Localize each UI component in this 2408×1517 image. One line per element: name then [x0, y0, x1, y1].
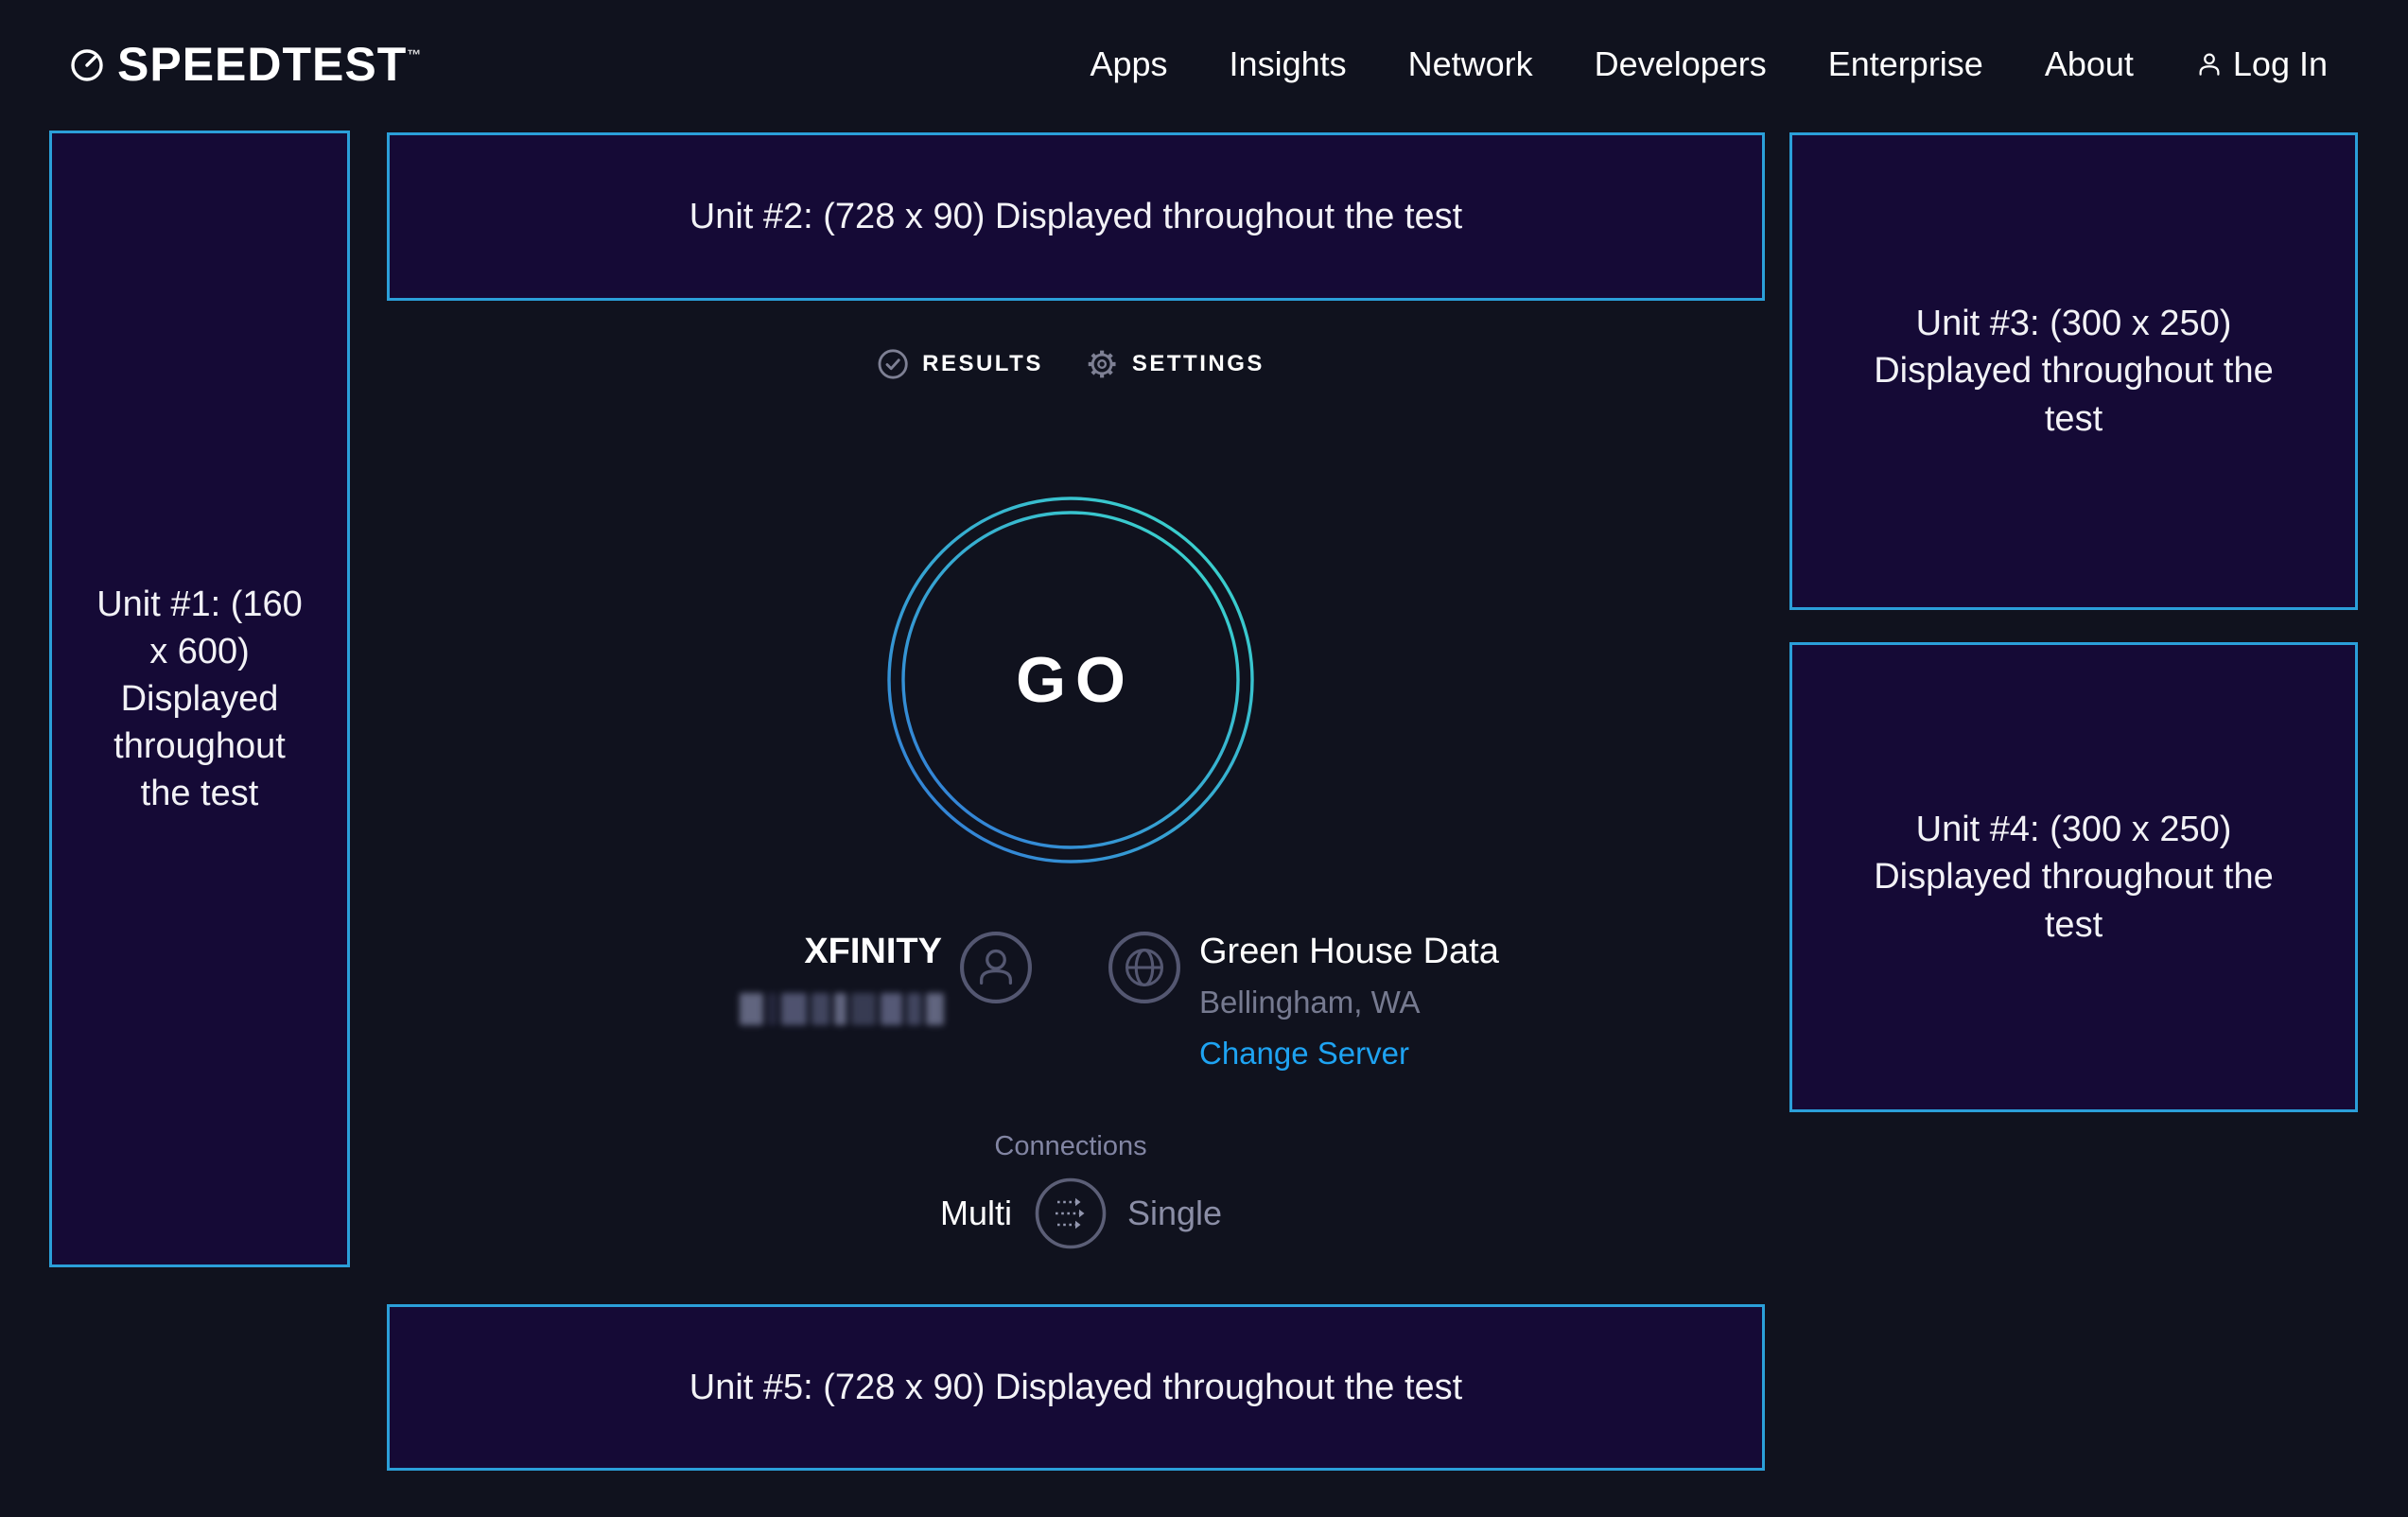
- ad-unit-4-rectangle: Unit #4: (300 x 250) Displayed throughou…: [1789, 642, 2358, 1112]
- ad-unit-1-skyscraper: Unit #1: (160 x 600) Displayed throughou…: [49, 131, 350, 1267]
- server-info: Green House Data Bellingham, WA Change S…: [1199, 931, 1499, 1072]
- logo-text: SPEEDTEST™: [117, 37, 422, 92]
- change-server-link[interactable]: Change Server: [1199, 1035, 1409, 1072]
- server-name: Green House Data: [1199, 931, 1499, 972]
- ad-unit-4-label: Unit #4: (300 x 250) Displayed throughou…: [1866, 806, 2282, 948]
- speedtest-logo[interactable]: SPEEDTEST™: [68, 37, 422, 92]
- nav-menu: Apps Insights Network Developers Enterpr…: [1090, 44, 2328, 84]
- speedtest-page: { "nav": { "logo_text": "SPEEDTEST", "lo…: [0, 0, 2408, 1517]
- top-nav: SPEEDTEST™ Apps Insights Network Develop…: [0, 0, 2408, 129]
- server-location: Bellingham, WA: [1199, 984, 1499, 1021]
- tab-results[interactable]: RESULTS: [877, 348, 1043, 380]
- user-icon: [2195, 50, 2224, 78]
- go-button-label: GO: [886, 496, 1255, 864]
- login-button[interactable]: Log In: [2195, 44, 2328, 84]
- server-globe-circle-icon: [1108, 931, 1181, 1004]
- tab-settings[interactable]: SETTINGS: [1085, 347, 1265, 381]
- connections-multi-option[interactable]: Multi: [832, 1194, 1012, 1233]
- tab-results-label: RESULTS: [922, 351, 1043, 377]
- go-button[interactable]: GO: [886, 496, 1255, 864]
- ad-unit-2-label: Unit #2: (728 x 90) Displayed throughout…: [689, 193, 1462, 240]
- ad-unit-3-rectangle: Unit #3: (300 x 250) Displayed throughou…: [1789, 132, 2358, 610]
- gear-icon: [1085, 347, 1119, 381]
- trademark-mark: ™: [407, 47, 422, 63]
- speedometer-gauge-icon: [68, 45, 106, 83]
- tab-settings-label: SETTINGS: [1132, 351, 1265, 377]
- ad-unit-2-leaderboard: Unit #2: (728 x 90) Displayed throughout…: [387, 132, 1765, 301]
- isp-user-circle-icon: [959, 931, 1033, 1004]
- isp-name: XFINITY: [700, 932, 942, 972]
- nav-item-network[interactable]: Network: [1408, 44, 1533, 84]
- nav-item-developers[interactable]: Developers: [1595, 44, 1767, 84]
- ad-unit-5-leaderboard: Unit #5: (728 x 90) Displayed throughout…: [387, 1304, 1765, 1471]
- connections-single-option[interactable]: Single: [1127, 1194, 1222, 1233]
- nav-item-insights[interactable]: Insights: [1230, 44, 1347, 84]
- ad-unit-1-label: Unit #1: (160 x 600) Displayed throughou…: [96, 581, 303, 818]
- check-circle-icon: [877, 348, 909, 380]
- ad-unit-3-label: Unit #3: (300 x 250) Displayed throughou…: [1866, 300, 2282, 442]
- nav-item-about[interactable]: About: [2045, 44, 2134, 84]
- ad-unit-5-label: Unit #5: (728 x 90) Displayed throughout…: [689, 1364, 1462, 1411]
- redacted-ip: [740, 993, 944, 1025]
- nav-item-apps[interactable]: Apps: [1090, 44, 1167, 84]
- connections-label: Connections: [994, 1131, 1146, 1162]
- login-label: Log In: [2233, 44, 2328, 84]
- results-settings-tabs: RESULTS SETTINGS: [877, 342, 1265, 386]
- nav-item-enterprise[interactable]: Enterprise: [1828, 44, 1983, 84]
- connections-toggle-icon[interactable]: [1034, 1177, 1108, 1250]
